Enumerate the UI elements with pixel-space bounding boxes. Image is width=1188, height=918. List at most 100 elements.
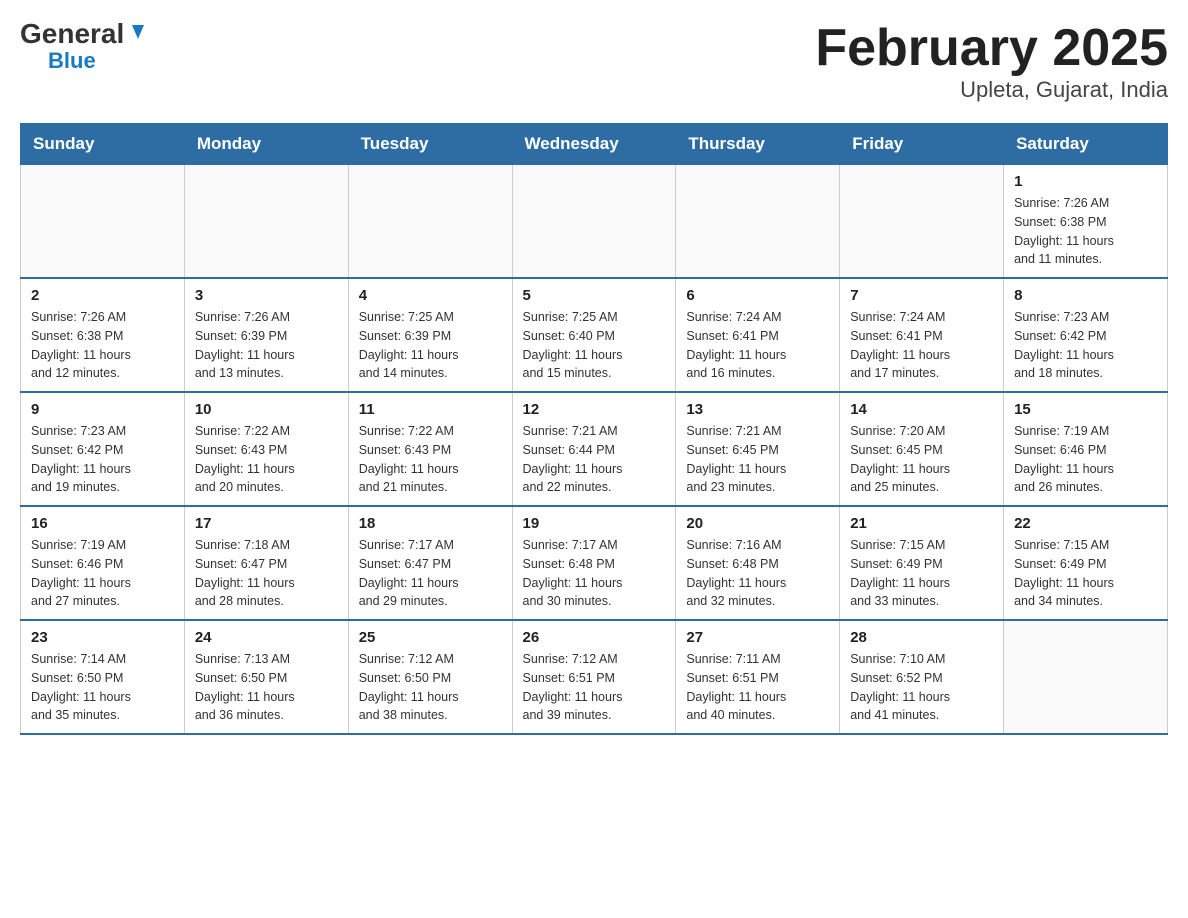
day-number: 17: [195, 515, 338, 532]
day-number: 1: [1014, 173, 1157, 190]
day-number: 16: [31, 515, 174, 532]
logo-blue-text: Blue: [48, 48, 96, 74]
day-number: 8: [1014, 287, 1157, 304]
day-number: 21: [850, 515, 993, 532]
day-number: 19: [523, 515, 666, 532]
day-info: Sunrise: 7:11 AMSunset: 6:51 PMDaylight:…: [686, 650, 829, 725]
title-block: February 2025 Upleta, Gujarat, India: [815, 20, 1168, 103]
day-number: 7: [850, 287, 993, 304]
calendar-cell: 9 Sunrise: 7:23 AMSunset: 6:42 PMDaylight…: [21, 392, 185, 506]
calendar-week-row: 16 Sunrise: 7:19 AMSunset: 6:46 PMDayligh…: [21, 506, 1168, 620]
weekday-header-tuesday: Tuesday: [348, 124, 512, 165]
day-info: Sunrise: 7:13 AMSunset: 6:50 PMDaylight:…: [195, 650, 338, 725]
calendar-cell: 18 Sunrise: 7:17 AMSunset: 6:47 PMDayligh…: [348, 506, 512, 620]
day-info: Sunrise: 7:18 AMSunset: 6:47 PMDaylight:…: [195, 536, 338, 611]
day-number: 14: [850, 401, 993, 418]
day-info: Sunrise: 7:26 AMSunset: 6:38 PMDaylight:…: [31, 308, 174, 383]
weekday-header-friday: Friday: [840, 124, 1004, 165]
day-number: 11: [359, 401, 502, 418]
day-number: 28: [850, 629, 993, 646]
day-info: Sunrise: 7:26 AMSunset: 6:38 PMDaylight:…: [1014, 194, 1157, 269]
day-info: Sunrise: 7:14 AMSunset: 6:50 PMDaylight:…: [31, 650, 174, 725]
day-number: 3: [195, 287, 338, 304]
day-number: 10: [195, 401, 338, 418]
day-info: Sunrise: 7:23 AMSunset: 6:42 PMDaylight:…: [31, 422, 174, 497]
day-number: 6: [686, 287, 829, 304]
calendar-cell: 4Sunrise: 7:25 AMSunset: 6:39 PMDaylight…: [348, 278, 512, 392]
day-info: Sunrise: 7:25 AMSunset: 6:40 PMDaylight:…: [523, 308, 666, 383]
calendar-cell: 19 Sunrise: 7:17 AMSunset: 6:48 PMDayligh…: [512, 506, 676, 620]
day-number: 26: [523, 629, 666, 646]
day-info: Sunrise: 7:20 AMSunset: 6:45 PMDaylight:…: [850, 422, 993, 497]
day-info: Sunrise: 7:16 AMSunset: 6:48 PMDaylight:…: [686, 536, 829, 611]
day-info: Sunrise: 7:23 AMSunset: 6:42 PMDaylight:…: [1014, 308, 1157, 383]
calendar-cell: [840, 165, 1004, 279]
day-info: Sunrise: 7:21 AMSunset: 6:45 PMDaylight:…: [686, 422, 829, 497]
calendar-cell: [184, 165, 348, 279]
page-header: General Blue February 2025 Upleta, Gujar…: [20, 20, 1168, 103]
day-info: Sunrise: 7:15 AMSunset: 6:49 PMDaylight:…: [1014, 536, 1157, 611]
calendar-cell: 27 Sunrise: 7:11 AMSunset: 6:51 PMDayligh…: [676, 620, 840, 734]
weekday-header-sunday: Sunday: [21, 124, 185, 165]
day-info: Sunrise: 7:22 AMSunset: 6:43 PMDaylight:…: [359, 422, 502, 497]
day-info: Sunrise: 7:21 AMSunset: 6:44 PMDaylight:…: [523, 422, 666, 497]
calendar-week-row: 9 Sunrise: 7:23 AMSunset: 6:42 PMDaylight…: [21, 392, 1168, 506]
calendar-cell: 17 Sunrise: 7:18 AMSunset: 6:47 PMDayligh…: [184, 506, 348, 620]
calendar-cell: 12 Sunrise: 7:21 AMSunset: 6:44 PMDayligh…: [512, 392, 676, 506]
calendar-cell: 14 Sunrise: 7:20 AMSunset: 6:45 PMDayligh…: [840, 392, 1004, 506]
day-number: 23: [31, 629, 174, 646]
day-info: Sunrise: 7:24 AMSunset: 6:41 PMDaylight:…: [850, 308, 993, 383]
day-number: 27: [686, 629, 829, 646]
calendar-cell: 21 Sunrise: 7:15 AMSunset: 6:49 PMDayligh…: [840, 506, 1004, 620]
day-number: 22: [1014, 515, 1157, 532]
calendar-cell: 11 Sunrise: 7:22 AMSunset: 6:43 PMDayligh…: [348, 392, 512, 506]
calendar-cell: 25Sunrise: 7:12 AMSunset: 6:50 PMDayligh…: [348, 620, 512, 734]
day-number: 15: [1014, 401, 1157, 418]
calendar-table: SundayMondayTuesdayWednesdayThursdayFrid…: [20, 123, 1168, 735]
calendar-cell: 6Sunrise: 7:24 AMSunset: 6:41 PMDaylight…: [676, 278, 840, 392]
calendar-cell: 23 Sunrise: 7:14 AMSunset: 6:50 PMDayligh…: [21, 620, 185, 734]
calendar-week-row: 1 Sunrise: 7:26 AMSunset: 6:38 PMDaylight…: [21, 165, 1168, 279]
calendar-cell: 15 Sunrise: 7:19 AMSunset: 6:46 PMDayligh…: [1004, 392, 1168, 506]
calendar-cell: 28 Sunrise: 7:10 AMSunset: 6:52 PMDayligh…: [840, 620, 1004, 734]
calendar-cell: 16 Sunrise: 7:19 AMSunset: 6:46 PMDayligh…: [21, 506, 185, 620]
calendar-cell: [1004, 620, 1168, 734]
weekday-header-wednesday: Wednesday: [512, 124, 676, 165]
calendar-cell: 8 Sunrise: 7:23 AMSunset: 6:42 PMDaylight…: [1004, 278, 1168, 392]
day-number: 2: [31, 287, 174, 304]
day-info: Sunrise: 7:17 AMSunset: 6:48 PMDaylight:…: [523, 536, 666, 611]
calendar-cell: 24 Sunrise: 7:13 AMSunset: 6:50 PMDayligh…: [184, 620, 348, 734]
month-title: February 2025: [815, 20, 1168, 77]
calendar-cell: 1 Sunrise: 7:26 AMSunset: 6:38 PMDaylight…: [1004, 165, 1168, 279]
day-number: 12: [523, 401, 666, 418]
day-info: Sunrise: 7:15 AMSunset: 6:49 PMDaylight:…: [850, 536, 993, 611]
weekday-header-monday: Monday: [184, 124, 348, 165]
weekday-header-row: SundayMondayTuesdayWednesdayThursdayFrid…: [21, 124, 1168, 165]
logo-triangle-icon: [126, 21, 148, 43]
day-number: 24: [195, 629, 338, 646]
calendar-week-row: 23 Sunrise: 7:14 AMSunset: 6:50 PMDayligh…: [21, 620, 1168, 734]
calendar-cell: 5 Sunrise: 7:25 AMSunset: 6:40 PMDaylight…: [512, 278, 676, 392]
calendar-cell: 13 Sunrise: 7:21 AMSunset: 6:45 PMDayligh…: [676, 392, 840, 506]
calendar-cell: 2 Sunrise: 7:26 AMSunset: 6:38 PMDaylight…: [21, 278, 185, 392]
calendar-cell: 26 Sunrise: 7:12 AMSunset: 6:51 PMDayligh…: [512, 620, 676, 734]
logo: General Blue: [20, 20, 148, 74]
calendar-cell: 10 Sunrise: 7:22 AMSunset: 6:43 PMDayligh…: [184, 392, 348, 506]
day-info: Sunrise: 7:12 AMSunset: 6:51 PMDaylight:…: [523, 650, 666, 725]
day-number: 5: [523, 287, 666, 304]
calendar-cell: 7 Sunrise: 7:24 AMSunset: 6:41 PMDaylight…: [840, 278, 1004, 392]
calendar-cell: 3Sunrise: 7:26 AMSunset: 6:39 PMDaylight…: [184, 278, 348, 392]
weekday-header-thursday: Thursday: [676, 124, 840, 165]
day-info: Sunrise: 7:17 AMSunset: 6:47 PMDaylight:…: [359, 536, 502, 611]
day-info: Sunrise: 7:19 AMSunset: 6:46 PMDaylight:…: [1014, 422, 1157, 497]
day-number: 9: [31, 401, 174, 418]
day-info: Sunrise: 7:19 AMSunset: 6:46 PMDaylight:…: [31, 536, 174, 611]
day-number: 13: [686, 401, 829, 418]
day-number: 18: [359, 515, 502, 532]
day-info: Sunrise: 7:10 AMSunset: 6:52 PMDaylight:…: [850, 650, 993, 725]
calendar-cell: [348, 165, 512, 279]
day-info: Sunrise: 7:22 AMSunset: 6:43 PMDaylight:…: [195, 422, 338, 497]
calendar-cell: [21, 165, 185, 279]
calendar-cell: 20Sunrise: 7:16 AMSunset: 6:48 PMDayligh…: [676, 506, 840, 620]
day-number: 25: [359, 629, 502, 646]
